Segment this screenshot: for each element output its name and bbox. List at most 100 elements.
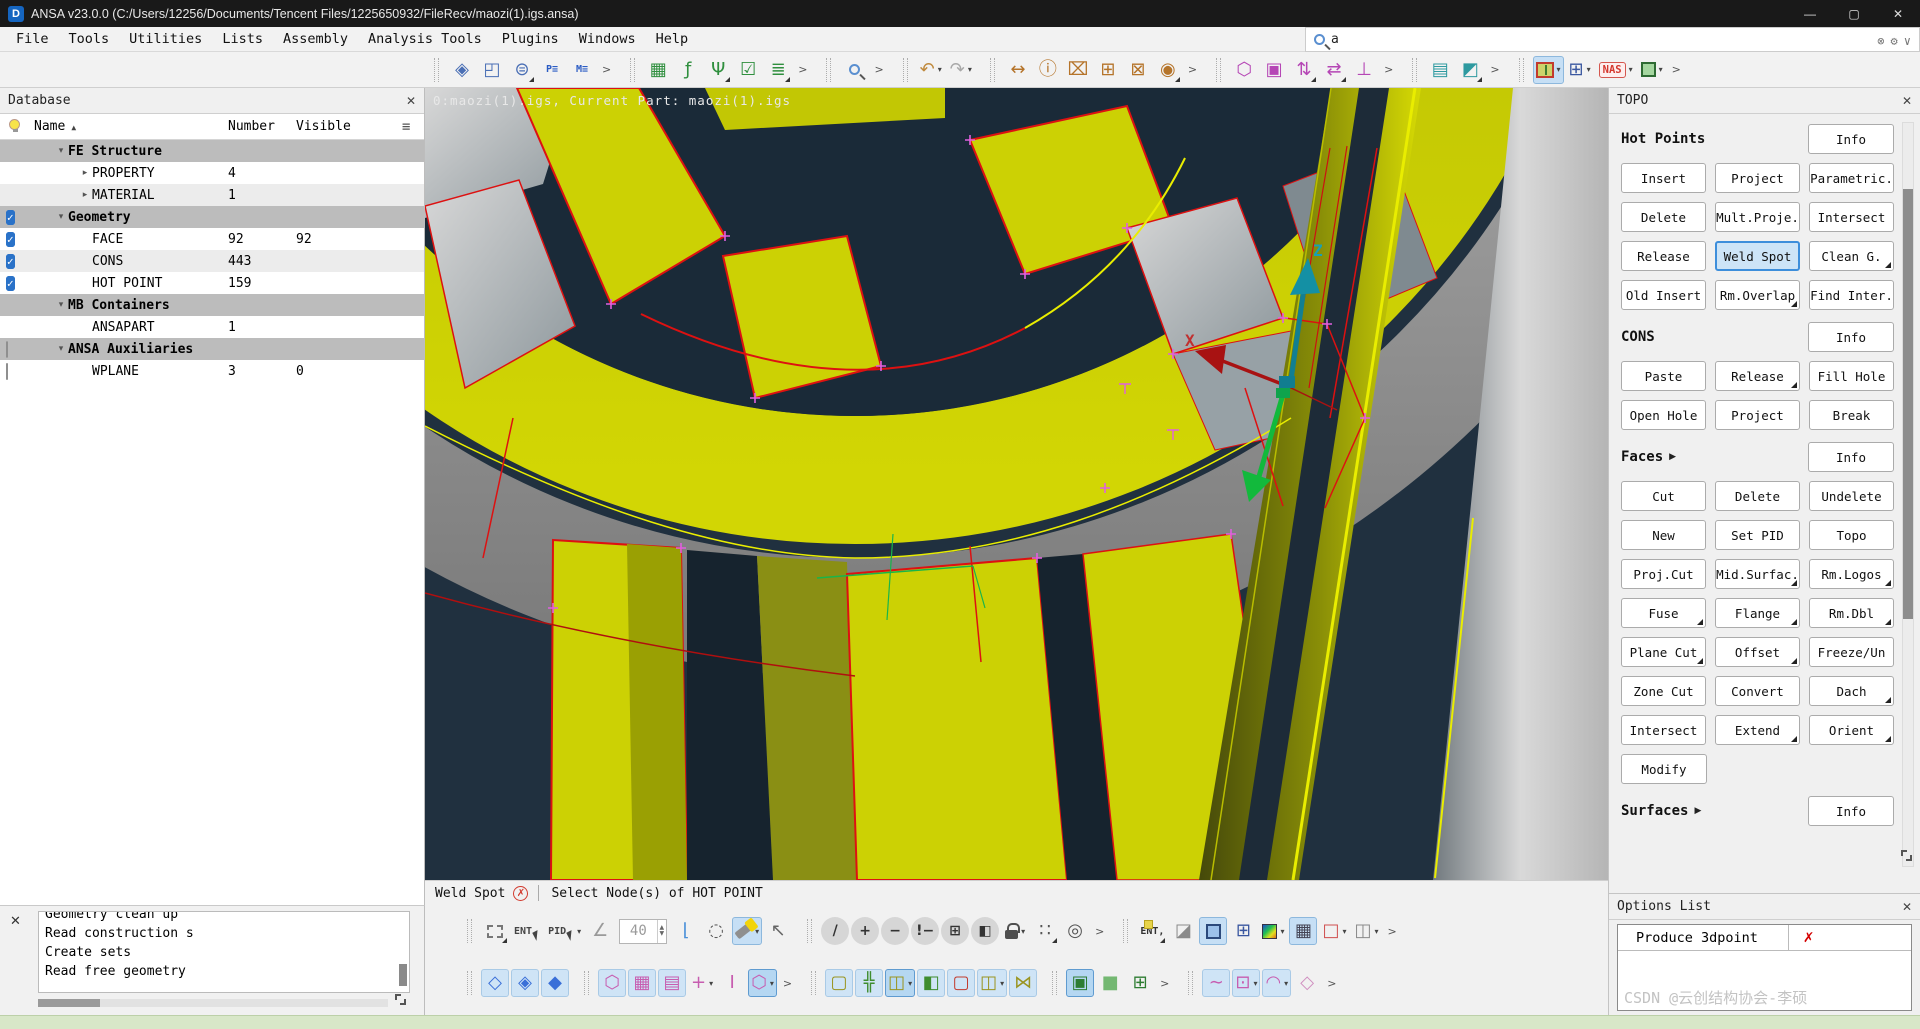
hexa-interior-icon-dropdown-icon[interactable]: ▾ xyxy=(770,979,774,988)
pid-split-icon[interactable]: ◪ xyxy=(1169,917,1197,945)
topo-button-clean-g[interactable]: Clean G. xyxy=(1809,241,1894,271)
topo-scrollbar-thumb[interactable] xyxy=(1903,189,1913,619)
topo-button-weld-spot[interactable]: Weld Spot xyxy=(1715,241,1800,271)
menu-analysis-tools[interactable]: Analysis Tools xyxy=(358,29,492,49)
tree-expander-mb-containers[interactable]: ▾ xyxy=(54,300,68,310)
lock-view-icon-dropdown-icon[interactable]: ▾ xyxy=(1021,927,1025,936)
feature-angle-spinner-value[interactable]: 40 xyxy=(620,923,656,939)
transparent-view-icon-dropdown-icon[interactable]: ▾ xyxy=(1375,927,1379,936)
info-horizontal-scrollbar-thumb[interactable] xyxy=(38,999,100,1007)
compare-balance-icon[interactable]: Ψ xyxy=(704,56,732,84)
tree-row-cons[interactable]: ✓CONS443 xyxy=(0,250,424,272)
delete-entity-icon[interactable]: ⌧ xyxy=(1064,56,1092,84)
face-corner-points-icon[interactable]: ▢ xyxy=(825,969,853,997)
tree-row-wplane[interactable]: WPLANE30 xyxy=(0,360,424,382)
info-horizontal-scrollbar[interactable] xyxy=(38,999,388,1007)
measure-group-more-chevron[interactable]: > xyxy=(1188,63,1197,76)
info-expand-icon[interactable] xyxy=(395,994,406,1005)
topo-button-convert[interactable]: Convert xyxy=(1715,676,1800,706)
solid-cube-view-icon[interactable]: ◆ xyxy=(541,969,569,997)
session-group-handle[interactable] xyxy=(1412,58,1417,82)
maximize-button[interactable]: ▢ xyxy=(1832,0,1876,27)
feature-angle-spinner-down-icon[interactable]: ▼ xyxy=(660,931,665,937)
remove-draw-icon[interactable]: − xyxy=(881,917,909,945)
topo-button-freeze-un[interactable]: Freeze/Un xyxy=(1809,637,1894,667)
ent-display-icon[interactable]: ENT, xyxy=(1137,917,1167,945)
tree-row-mb-containers[interactable]: ▾MB Containers xyxy=(0,294,424,316)
frame-icon[interactable]: ▣ xyxy=(1260,56,1288,84)
model-browser-icon[interactable]: ◈ xyxy=(448,56,476,84)
parts-manager-icon[interactable]: ◰ xyxy=(478,56,506,84)
tree-row-property[interactable]: ▸PROPERTY4 xyxy=(0,162,424,184)
draw-partial-icon[interactable]: ◧ xyxy=(971,917,999,945)
surface-cross-icon[interactable]: ⊞ xyxy=(1126,969,1154,997)
topo-button-intersect[interactable]: Intersect xyxy=(1809,202,1894,232)
session-notes-icon[interactable]: ▤ xyxy=(1426,56,1454,84)
beam-section-icon[interactable]: I xyxy=(718,969,746,997)
section-faces-info-button[interactable]: Info xyxy=(1808,442,1894,472)
symmetry-icon[interactable]: ⇅ xyxy=(1290,56,1318,84)
wire-mesh-view-icon[interactable]: ▦ xyxy=(1289,917,1317,945)
slash-draw-icon[interactable]: / xyxy=(821,917,849,945)
visibility-more-chevron[interactable]: > xyxy=(1095,925,1104,938)
search-settings-icon[interactable]: ⚙ xyxy=(1891,34,1898,48)
tree-expander-property[interactable]: ▸ xyxy=(78,168,92,178)
model-group-more-chevron[interactable]: > xyxy=(602,63,611,76)
shade-checker-icon[interactable]: ◩ xyxy=(1456,56,1484,84)
hot-points-icon[interactable]: +▾ xyxy=(688,969,716,997)
volume-mesh-icon[interactable]: ▤ xyxy=(658,969,686,997)
topo-button-set-pid[interactable]: Set PID xyxy=(1715,520,1800,550)
close-button[interactable]: ✕ xyxy=(1876,0,1920,27)
grid-points-icon[interactable]: ╬ xyxy=(855,969,883,997)
undo-icon[interactable]: ↶▾ xyxy=(917,56,945,84)
info-vertical-scrollbar-thumb[interactable] xyxy=(399,964,407,986)
point-box-icon[interactable]: ⊡▾ xyxy=(1232,969,1260,997)
options-row-produce-3dpoint[interactable]: Produce 3dpoint✗ xyxy=(1618,925,1911,951)
angle-filter-icon[interactable]: ∠ xyxy=(586,917,614,945)
section-surfaces-expand-arrow[interactable]: ▶ xyxy=(1694,806,1701,816)
iso-view-icon[interactable]: ◇ xyxy=(481,969,509,997)
mesh-draw-mode-icon-dropdown-icon[interactable]: ▾ xyxy=(1587,65,1591,74)
checkbox-ansa-auxiliaries[interactable] xyxy=(6,341,8,358)
swap-compare-icon[interactable]: ⇄ xyxy=(1320,56,1348,84)
focus-entity-icon[interactable]: ◉ xyxy=(1154,56,1182,84)
property-list-icon[interactable]: P≡ xyxy=(538,56,566,84)
bounding-box-icon-dropdown-icon[interactable]: ▾ xyxy=(1659,65,1663,74)
face-group-handle[interactable] xyxy=(811,971,816,995)
open-panels-icon[interactable]: ⋈ xyxy=(1009,969,1037,997)
tree-expander-ansa-auxiliaries[interactable]: ▾ xyxy=(54,344,68,354)
erase-box-icon-dropdown-icon[interactable]: ▾ xyxy=(1343,927,1347,936)
nas-format-badge[interactable]: NAS▾ xyxy=(1596,56,1636,84)
option-remove-icon[interactable]: ✗ xyxy=(1789,930,1814,946)
topo-button-insert[interactable]: Insert xyxy=(1621,163,1706,193)
curve-more-chevron[interactable]: > xyxy=(1327,977,1336,990)
checkbox-geometry[interactable]: ✓ xyxy=(6,210,15,225)
spotlight-icon[interactable]: ▾ xyxy=(732,917,762,945)
session-group-more-chevron[interactable]: > xyxy=(1490,63,1499,76)
hot-points-icon-dropdown-icon[interactable]: ▾ xyxy=(709,979,713,988)
topo-button-rm-logos[interactable]: Rm.Logos xyxy=(1809,559,1894,589)
topo-button-find-inter[interactable]: Find Inter. xyxy=(1809,280,1894,310)
topo-button-extend[interactable]: Extend xyxy=(1715,715,1800,745)
point-box-icon-dropdown-icon[interactable]: ▾ xyxy=(1253,979,1257,988)
topo-button-modify[interactable]: Modify xyxy=(1621,754,1707,784)
measure-icon[interactable]: ↔ xyxy=(1004,56,1032,84)
script-editor-icon[interactable]: ≣ xyxy=(764,56,792,84)
verify-checks-icon[interactable]: ⊠ xyxy=(1124,56,1152,84)
search-dropdown-icon[interactable]: ∨ xyxy=(1904,34,1911,48)
transparent-view-icon[interactable]: ◫▾ xyxy=(1352,917,1382,945)
checkbox-face[interactable]: ✓ xyxy=(6,232,15,247)
tree-expander-fe-structure[interactable]: ▾ xyxy=(54,146,68,156)
search-input[interactable]: a xyxy=(1331,32,1871,47)
plane-axis-icon[interactable]: ◇ xyxy=(1293,969,1321,997)
tree-expander-material[interactable]: ▸ xyxy=(78,190,92,200)
database-close-icon[interactable]: ✕ xyxy=(406,94,416,108)
topo-button-mult-proje[interactable]: Mult.Proje. xyxy=(1715,202,1800,232)
tools-group-handle[interactable] xyxy=(630,58,635,82)
spline-icon-dropdown-icon[interactable]: ▾ xyxy=(1284,979,1288,988)
batch-mesh-icon[interactable]: ▦ xyxy=(644,56,672,84)
model-group-handle[interactable] xyxy=(434,58,439,82)
wire-cube-view-icon[interactable]: ◈ xyxy=(511,969,539,997)
surface-group-handle[interactable] xyxy=(1052,971,1057,995)
topo-button-break[interactable]: Break xyxy=(1809,400,1894,430)
